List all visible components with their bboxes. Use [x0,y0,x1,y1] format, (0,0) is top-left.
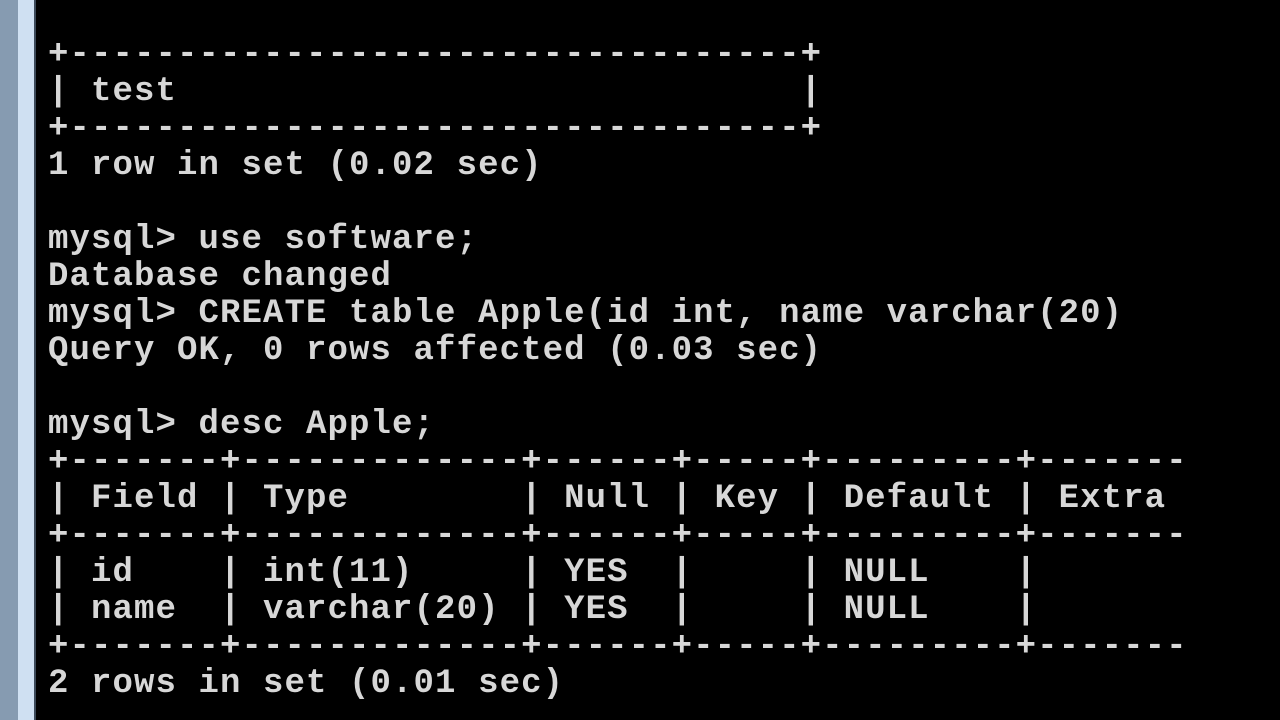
table-border: +----------------------------------+ [48,36,822,74]
table-row: | id | int(11) | YES | | NULL | [48,554,1166,592]
table-row: | test | [48,73,822,111]
mysql-command: mysql> use software; [48,221,478,259]
mysql-command: mysql> CREATE table Apple(id int, name v… [48,295,1123,333]
table-border: +-------+-------------+------+-----+----… [48,628,1188,666]
table-border: +-------+-------------+------+-----+----… [48,443,1188,481]
table-header: | Field | Type | Null | Key | Default | … [48,480,1166,518]
mysql-response: Database changed [48,258,392,296]
window-frame-left-highlight [18,0,34,720]
table-border: +----------------------------------+ [48,110,822,148]
table-row: | name | varchar(20) | YES | | NULL | [48,591,1166,629]
terminal-window: +----------------------------------+ | t… [0,0,1280,720]
table-border: +-------+-------------+------+-----+----… [48,517,1188,555]
mysql-response: Query OK, 0 rows affected (0.03 sec) [48,332,822,370]
terminal-output[interactable]: +----------------------------------+ | t… [48,0,1280,720]
mysql-command: mysql> desc Apple; [48,406,435,444]
window-frame-left [0,0,18,720]
result-summary: 1 row in set (0.02 sec) [48,147,543,185]
result-summary: 2 rows in set (0.01 sec) [48,665,564,703]
